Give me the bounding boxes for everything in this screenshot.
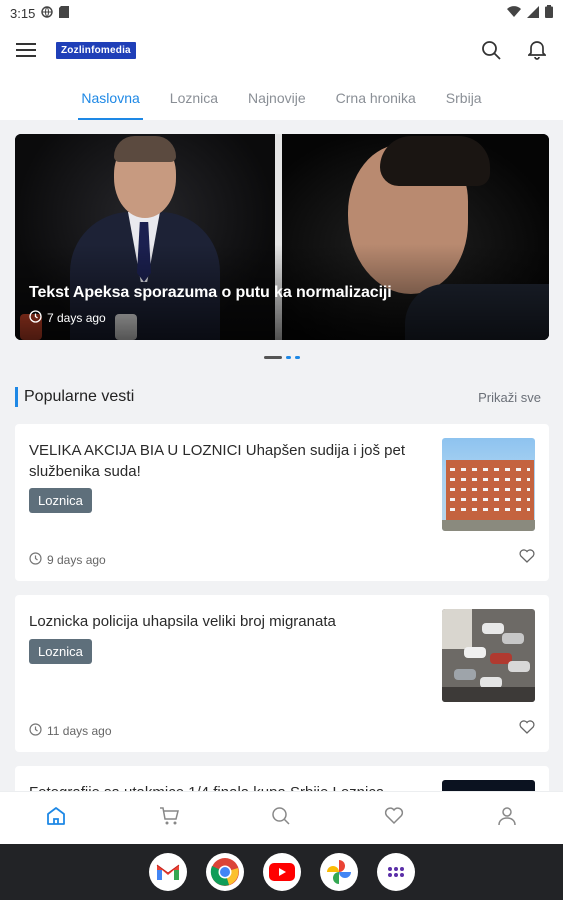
hero-title: Tekst Apeksa sporazuma o putu ka normali… bbox=[29, 284, 392, 301]
favorite-heart-icon[interactable] bbox=[519, 720, 535, 739]
tab-srbija[interactable]: Srbija bbox=[431, 78, 497, 120]
signal-icon bbox=[527, 5, 539, 21]
article-timestamp: 11 days ago bbox=[29, 723, 112, 739]
see-all-link[interactable]: Prikaži sve bbox=[478, 390, 541, 405]
app-logo[interactable]: Zozlinfomedia bbox=[56, 41, 136, 59]
section-title: Popularne vesti bbox=[24, 388, 135, 405]
article-timestamp: 9 days ago bbox=[29, 552, 106, 568]
tab-naslovna[interactable]: Naslovna bbox=[66, 78, 154, 120]
article-card[interactable]: Fotografije sa utakmice 1/4 finala kupa … bbox=[15, 766, 549, 791]
article-title: VELIKA AKCIJA BIA U LOZNICI Uhapšen sudi… bbox=[29, 442, 406, 480]
pagination-dot[interactable] bbox=[285, 356, 291, 359]
search-icon[interactable] bbox=[479, 38, 503, 62]
battery-icon bbox=[545, 5, 553, 21]
stadium-night-photo bbox=[442, 780, 535, 791]
hero-slide[interactable]: Tekst Apeksa sporazuma o putu ka normali… bbox=[15, 134, 549, 340]
profile-icon bbox=[497, 806, 516, 831]
youtube-icon[interactable] bbox=[262, 853, 301, 891]
section-accent-bar bbox=[15, 387, 18, 407]
bottom-navigation bbox=[0, 791, 563, 844]
hero-person-left-hair bbox=[114, 136, 176, 162]
article-time-text: 9 days ago bbox=[47, 553, 106, 567]
article-title: Fotografije sa utakmice 1/4 finala kupa … bbox=[29, 782, 419, 791]
nav-search[interactable] bbox=[253, 792, 309, 845]
article-card[interactable]: Loznicka policija uhapsila veliki broj m… bbox=[15, 595, 549, 752]
wifi-icon bbox=[507, 5, 521, 21]
category-tabs: Naslovna Loznica Najnovije Crna hronika … bbox=[0, 78, 563, 120]
chrome-icon[interactable] bbox=[205, 853, 244, 891]
building-photo bbox=[442, 438, 535, 531]
sd-card-icon bbox=[59, 5, 70, 21]
slider-pagination bbox=[0, 356, 563, 359]
home-icon bbox=[46, 806, 66, 831]
tab-crna-hronika[interactable]: Crna hronika bbox=[321, 78, 431, 120]
article-time-text: 11 days ago bbox=[47, 724, 112, 738]
clock-icon bbox=[29, 310, 42, 326]
app-drawer-icon[interactable] bbox=[376, 853, 415, 891]
notifications-bell-icon[interactable] bbox=[525, 38, 549, 62]
app-bar: Zozlinfomedia bbox=[0, 26, 563, 74]
tab-loznica[interactable]: Loznica bbox=[155, 78, 233, 120]
article-title: Loznicka policija uhapsila veliki broj m… bbox=[29, 613, 336, 630]
article-card[interactable]: VELIKA AKCIJA BIA U LOZNICI Uhapšen sudi… bbox=[15, 424, 549, 581]
system-dock bbox=[0, 844, 563, 900]
menu-icon[interactable] bbox=[14, 38, 38, 62]
vpn-globe-icon bbox=[41, 5, 54, 21]
clock-icon bbox=[29, 723, 42, 739]
search-icon bbox=[271, 806, 291, 831]
category-badge[interactable]: Loznica bbox=[29, 639, 92, 664]
heart-icon bbox=[384, 806, 404, 830]
clock-icon bbox=[29, 552, 42, 568]
tab-najnovije[interactable]: Najnovije bbox=[233, 78, 321, 120]
gmail-icon[interactable] bbox=[148, 853, 187, 891]
popular-section-header: Popularne vesti Prikaži sve bbox=[15, 386, 549, 408]
nav-cart[interactable] bbox=[141, 792, 197, 845]
pagination-dot[interactable] bbox=[294, 356, 300, 359]
nav-home[interactable] bbox=[28, 792, 84, 845]
favorite-heart-icon[interactable] bbox=[519, 549, 535, 568]
cart-icon bbox=[159, 806, 179, 831]
status-time: 3:15 bbox=[10, 5, 36, 21]
hero-person-right-hair bbox=[380, 136, 490, 186]
hero-time-text: 7 days ago bbox=[47, 311, 106, 325]
nav-favorites[interactable] bbox=[366, 792, 422, 845]
pagination-dot-active[interactable] bbox=[263, 356, 282, 359]
hero-timestamp: 7 days ago bbox=[29, 310, 106, 326]
photos-icon[interactable] bbox=[319, 853, 358, 891]
main-content: Tekst Apeksa sporazuma o putu ka normali… bbox=[0, 120, 563, 791]
status-bar: 3:15 bbox=[0, 0, 563, 26]
parked-cars-photo bbox=[442, 609, 535, 702]
nav-profile[interactable] bbox=[479, 792, 535, 845]
category-badge[interactable]: Loznica bbox=[29, 488, 92, 513]
